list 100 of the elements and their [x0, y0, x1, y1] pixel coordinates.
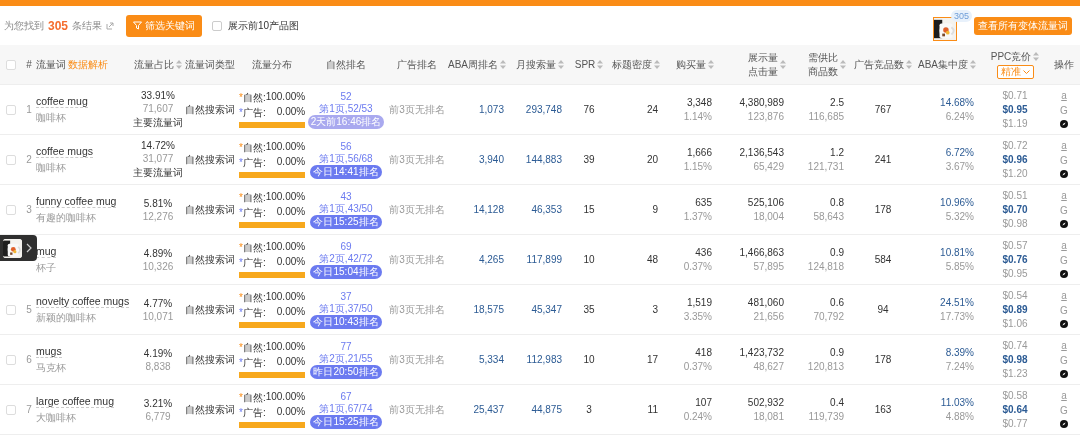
keyword-link[interactable]: mugs — [36, 344, 62, 358]
organic-rank: 52 — [340, 90, 352, 103]
checkbox[interactable] — [6, 104, 16, 115]
clicks: 21,656 — [753, 311, 784, 322]
ppc-bid: $0.64 — [1002, 404, 1028, 415]
purchases: 635 — [695, 197, 712, 208]
keyword-link[interactable]: coffee mugs — [36, 144, 93, 158]
action-link[interactable]: a — [1061, 91, 1067, 101]
organic-rank: 56 — [340, 140, 352, 153]
purchases: 107 — [695, 397, 712, 408]
action-link[interactable]: a — [1061, 291, 1067, 301]
keyword-type: 自然搜索词 — [185, 402, 235, 417]
impressions: 2,136,543 — [739, 147, 784, 158]
keyword-link[interactable]: large coffee mug — [36, 394, 115, 408]
action-link[interactable]: a — [1061, 241, 1067, 251]
action-link[interactable]: G — [1060, 355, 1068, 366]
keyword-link[interactable]: funny coffee mug — [36, 194, 117, 208]
sort-icon[interactable] — [500, 60, 506, 69]
sort-icon[interactable] — [840, 60, 846, 69]
checkbox[interactable] — [6, 204, 16, 215]
column-header: 月搜索量 — [516, 57, 556, 72]
rank-time-badge: 今日15:25排名 — [310, 414, 382, 429]
sort-icon[interactable] — [906, 60, 912, 69]
supply-demand-ratio: 0.8 — [830, 197, 844, 208]
caret-icon — [1022, 69, 1030, 75]
match-type-dropdown[interactable]: 精准 — [996, 65, 1034, 80]
ad-competitors: 94 — [877, 304, 889, 315]
impressions: 1,423,732 — [739, 347, 784, 358]
filter-keywords-button[interactable]: 筛选关键词 — [126, 14, 203, 37]
compass-icon[interactable] — [1060, 320, 1068, 328]
compass-icon[interactable] — [1060, 420, 1068, 428]
keyword-link[interactable]: coffee mug — [36, 94, 88, 108]
aba-rank: 25,437 — [473, 404, 504, 415]
purchases: 436 — [695, 247, 712, 258]
action-link[interactable]: a — [1061, 141, 1067, 151]
aba-concentration-share: 4.88% — [945, 411, 974, 422]
checkbox[interactable] — [6, 404, 16, 415]
impressions: 525,106 — [747, 197, 784, 208]
checkbox[interactable] — [6, 59, 16, 70]
action-link[interactable]: G — [1060, 405, 1068, 416]
sort-icon[interactable] — [176, 60, 182, 69]
filter-icon — [133, 21, 143, 30]
action-link[interactable]: a — [1061, 391, 1067, 401]
ppc-bid: $0.77 — [1002, 418, 1028, 429]
action-link[interactable]: G — [1060, 255, 1068, 266]
natural-marker: * — [239, 142, 243, 153]
traffic-share: 5.81% — [143, 197, 173, 209]
ad-competitors: 767 — [874, 104, 892, 115]
column-header: 需供比 商品数 — [808, 51, 838, 78]
action-link[interactable]: G — [1060, 105, 1068, 116]
natural-label: 自然: — [242, 241, 266, 255]
sort-icon[interactable] — [780, 60, 786, 69]
title-density: 24 — [646, 104, 658, 115]
ad-marker: * — [239, 107, 243, 118]
keyword-link[interactable]: novelty coffee mugs — [36, 294, 130, 308]
export-icon[interactable] — [106, 21, 115, 30]
action-link[interactable]: G — [1060, 205, 1068, 216]
action-link[interactable]: G — [1060, 155, 1068, 166]
row-number: 5 — [26, 304, 32, 315]
compass-icon[interactable] — [1060, 270, 1068, 278]
impressions: 1,466,863 — [739, 247, 784, 258]
checkbox[interactable] — [6, 354, 16, 365]
checkbox[interactable] — [6, 154, 16, 165]
result-label: 条结果 — [72, 18, 103, 33]
title-density: 3 — [652, 304, 658, 315]
ad-share: 0.00% — [275, 206, 306, 219]
purchases: 418 — [695, 347, 712, 358]
sort-icon[interactable] — [708, 60, 714, 69]
ad-competitors: 241 — [874, 154, 892, 165]
sort-icon[interactable] — [597, 60, 604, 69]
action-link[interactable]: a — [1061, 191, 1067, 201]
view-variants-button[interactable]: 查看所有变体流量词 — [974, 16, 1072, 35]
impressions: 502,932 — [747, 397, 784, 408]
traffic-share: 4.19% — [143, 347, 173, 359]
ppc-bid: $0.74 — [1002, 340, 1028, 351]
side-panel[interactable] — [0, 235, 37, 261]
compass-icon[interactable] — [1060, 120, 1068, 128]
sort-icon[interactable] — [1033, 52, 1040, 61]
action-link[interactable]: G — [1060, 305, 1068, 316]
sort-icon[interactable] — [558, 60, 564, 69]
keyword-translation: 有趣的咖啡杯 — [36, 210, 96, 225]
sort-icon[interactable] — [654, 60, 660, 69]
data-analysis-link[interactable]: 数据解析 — [68, 57, 108, 72]
aba-rank: 5,334 — [478, 354, 504, 365]
ad-label: 广告: — [242, 206, 266, 220]
rank-time-badge: 今日15:25排名 — [310, 214, 382, 229]
action-link[interactable]: a — [1061, 341, 1067, 351]
keyword-tag: 主要流量词 — [133, 165, 183, 180]
compass-icon[interactable] — [1060, 170, 1068, 178]
checkbox-label[interactable]: 展示前10产品图 — [228, 18, 300, 33]
checkbox[interactable] — [212, 20, 223, 31]
sort-icon[interactable] — [970, 60, 976, 69]
ppc-bid: $0.71 — [1002, 90, 1028, 101]
checkbox[interactable] — [6, 304, 16, 315]
compass-icon[interactable] — [1060, 370, 1068, 378]
product-count: 124,818 — [807, 261, 844, 272]
rank-page: 第2页,42/72 — [319, 252, 373, 265]
compass-icon[interactable] — [1060, 220, 1068, 228]
chevron-right-icon[interactable] — [26, 243, 32, 253]
clicks: 48,627 — [753, 361, 784, 372]
